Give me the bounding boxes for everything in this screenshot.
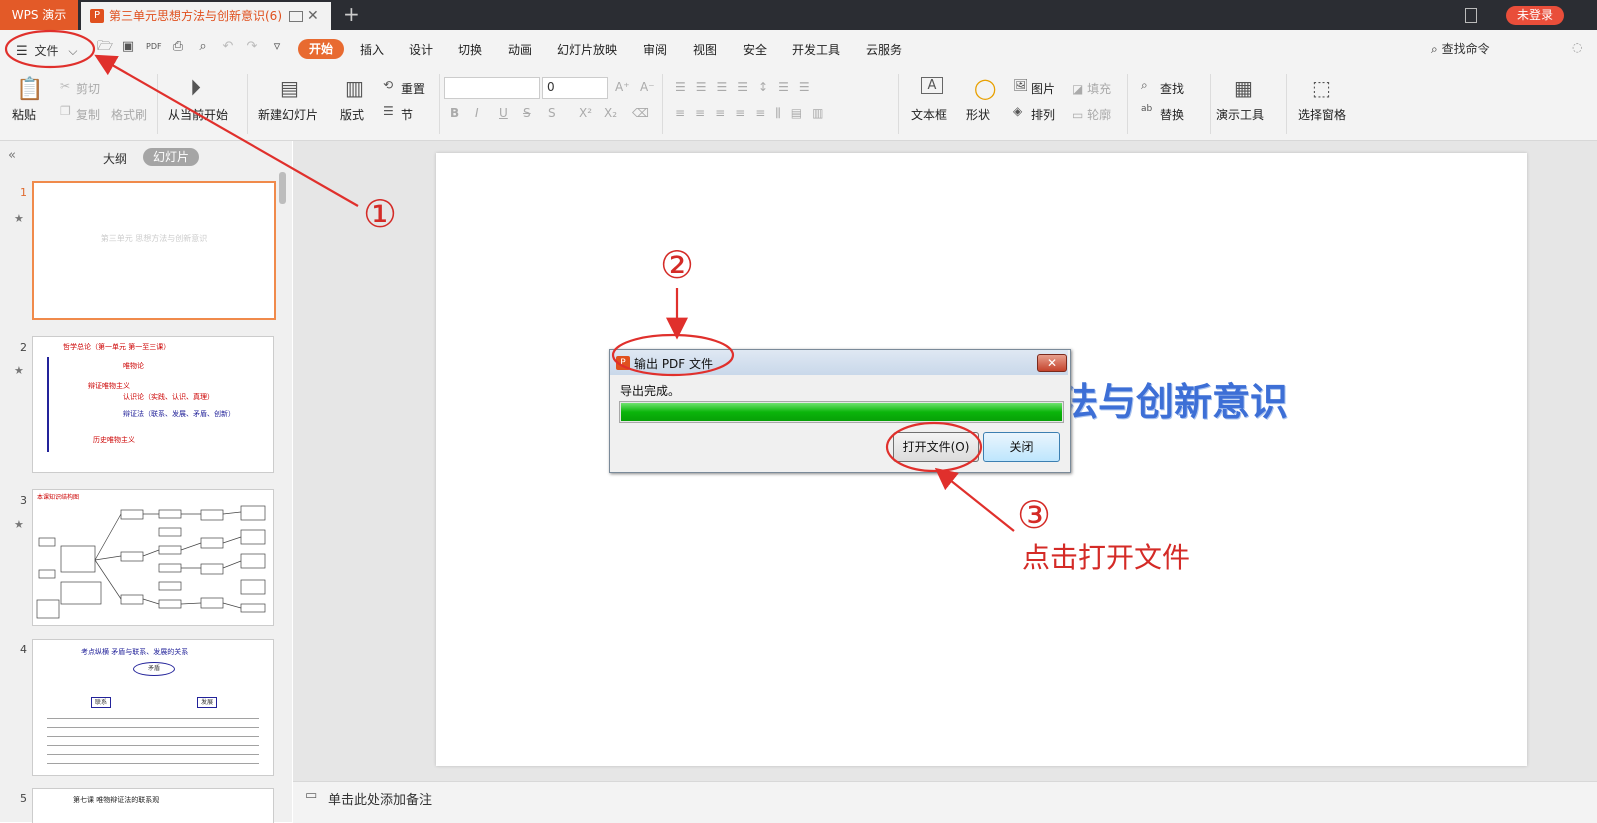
annotation-step3-text: 点击打开文件 [1022,541,1191,574]
annotation-circle-file-menu [4,29,96,69]
annotation-step3: ③ [1017,493,1052,537]
annotation-circle-open-file [885,421,983,473]
annotation-circle-dialog-title [611,333,735,377]
annotation-arrow-3 [934,467,1015,532]
annotation-step1: ① [363,192,398,236]
annotation-step2: ② [660,243,695,287]
annotation-overlay [4,29,1015,532]
annotation-arrow-1 [94,54,359,207]
